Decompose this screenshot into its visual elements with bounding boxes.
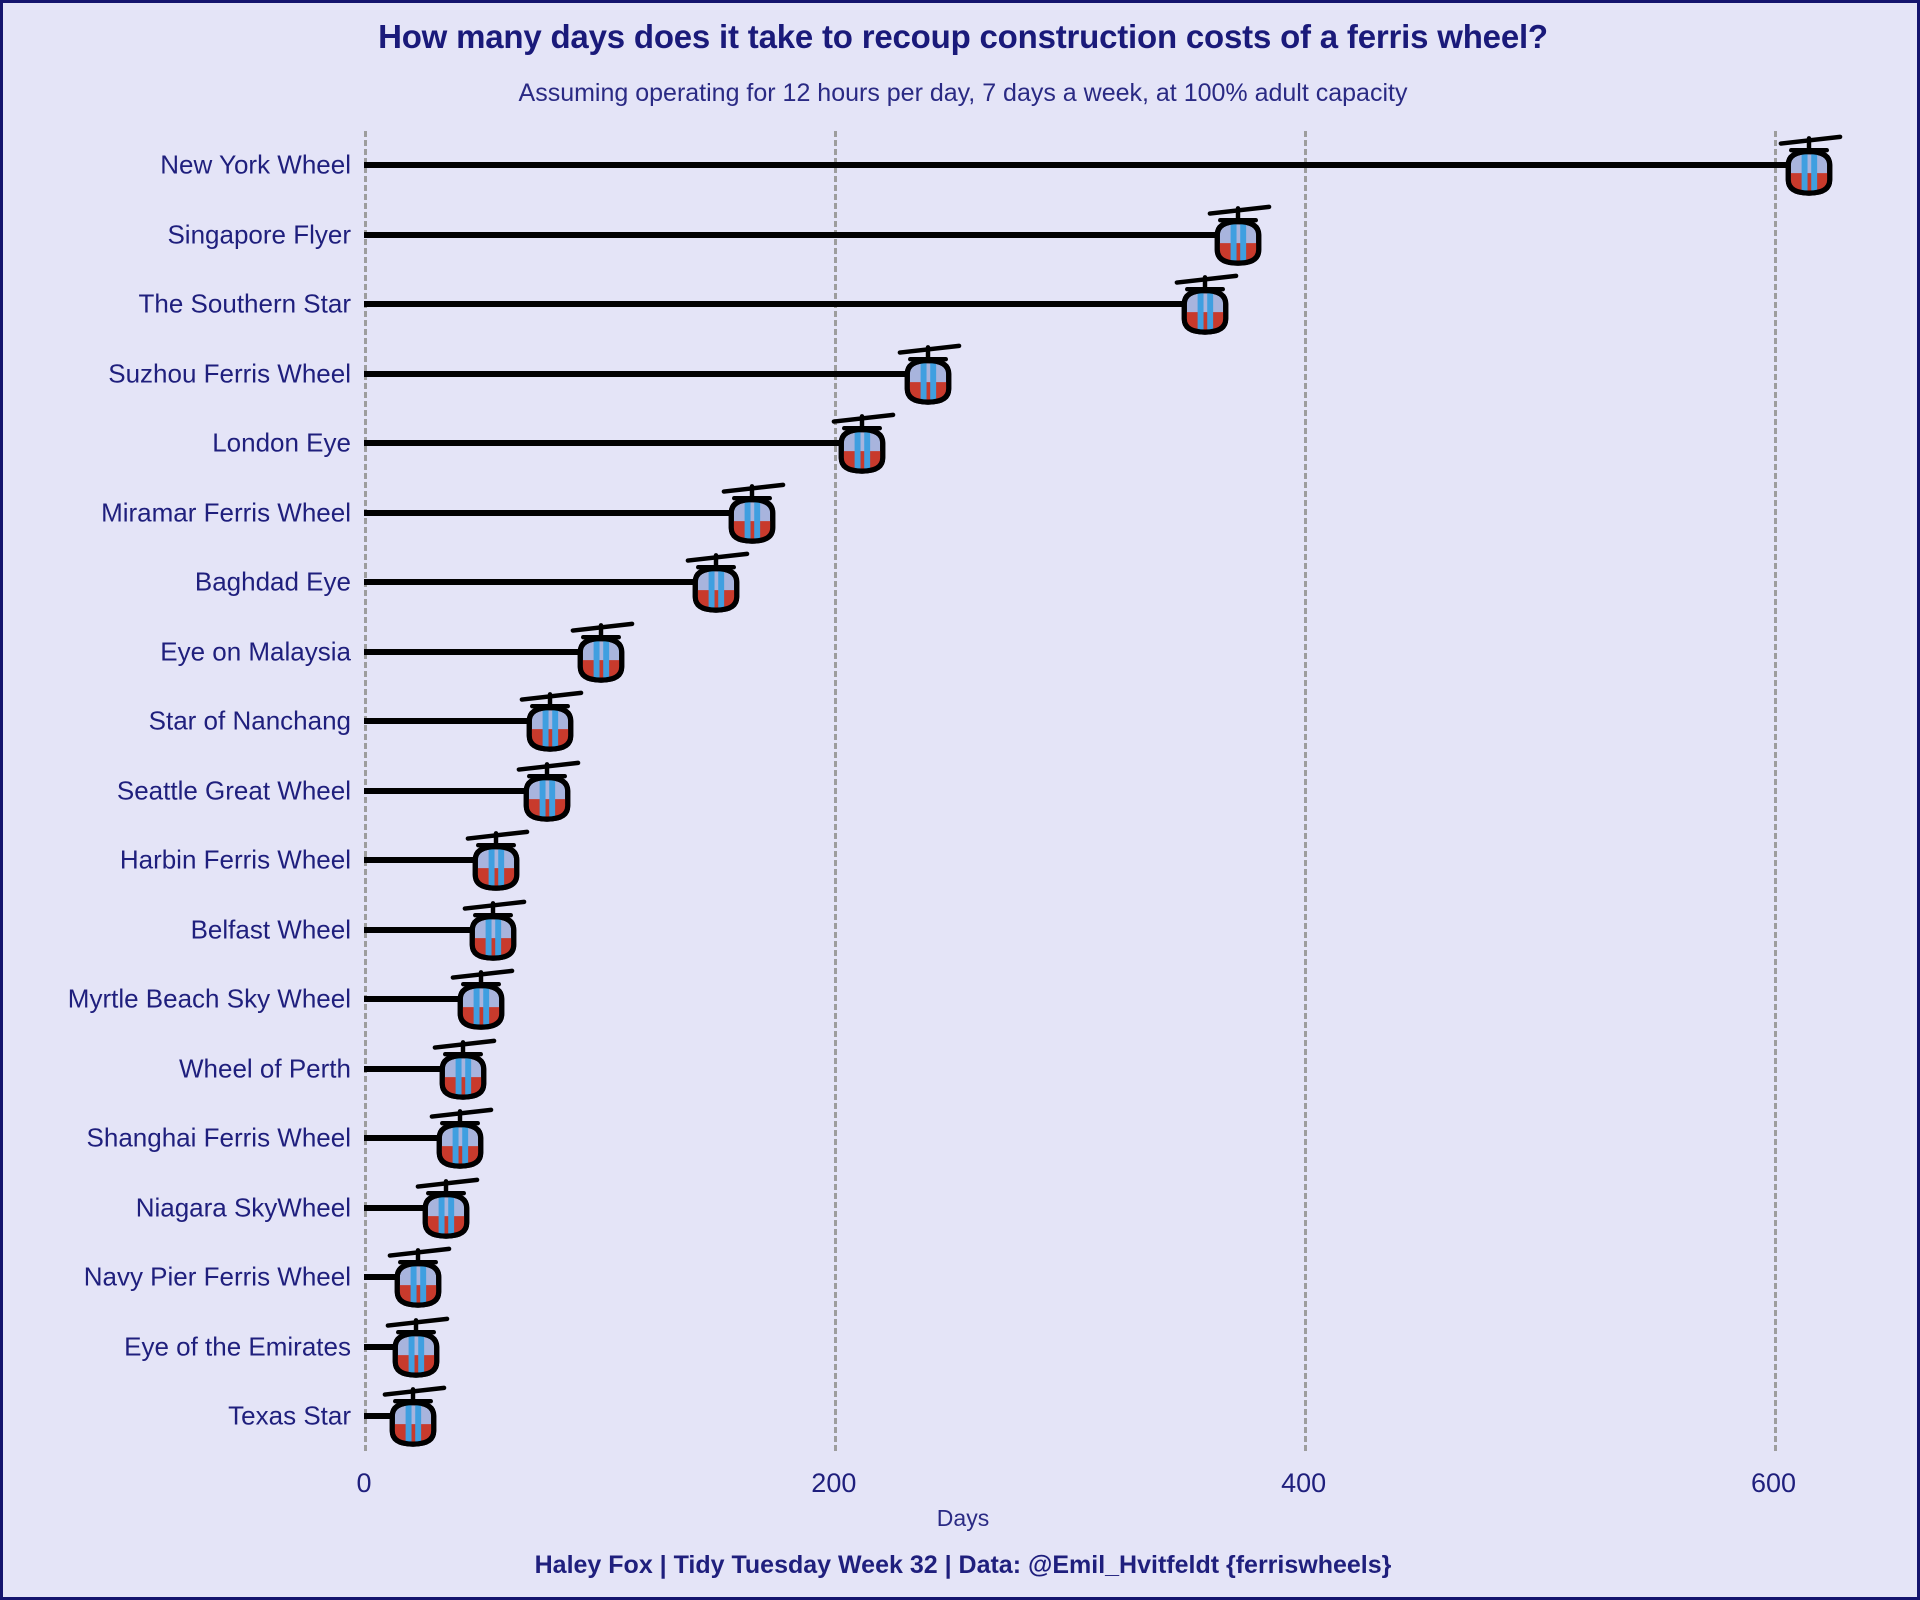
lollipop-stem bbox=[364, 1135, 455, 1141]
y-tick-label: Singapore Flyer bbox=[167, 219, 351, 249]
y-tick-label: London Eye bbox=[212, 427, 351, 458]
chart-row bbox=[364, 270, 1844, 338]
chart-row bbox=[364, 757, 1844, 825]
lollipop-stem bbox=[364, 1413, 408, 1419]
y-tick-label: Star of Nanchang bbox=[148, 705, 351, 736]
chart-canvas: How many days does it take to recoup con… bbox=[0, 0, 1920, 1600]
x-tick-label: 200 bbox=[811, 1468, 857, 1498]
lollipop-stem bbox=[364, 162, 1803, 168]
chart-subtitle: Assuming operating for 12 hours per day,… bbox=[518, 79, 1408, 107]
y-tick-label: Wheel of Perth bbox=[179, 1053, 351, 1083]
x-tick-label: 400 bbox=[1281, 1468, 1327, 1498]
y-tick-label: Navy Pier Ferris Wheel bbox=[83, 1261, 351, 1292]
y-tick-label: Niagara SkyWheel bbox=[135, 1192, 351, 1222]
y-tick-label: Eye on Malaysia bbox=[160, 636, 351, 666]
chart-row bbox=[364, 896, 1844, 964]
chart-row bbox=[364, 201, 1844, 269]
y-tick-label: Eye of the Emirates bbox=[124, 1331, 351, 1361]
chart-row bbox=[364, 826, 1844, 894]
chart-row bbox=[364, 1382, 1844, 1450]
lollipop-stem bbox=[364, 509, 746, 516]
y-tick-label: Myrtle Beach Sky Wheel bbox=[67, 983, 351, 1014]
chart-row bbox=[364, 1035, 1844, 1103]
lollipop-stem bbox=[364, 857, 490, 863]
lollipop-stem bbox=[364, 926, 488, 933]
chart-caption: Haley Fox | Tidy Tuesday Week 32 | Data:… bbox=[534, 1551, 1392, 1579]
x-tick-label: 0 bbox=[356, 1468, 372, 1498]
lollipop-stem bbox=[364, 440, 857, 446]
lollipop-stem bbox=[364, 1343, 410, 1350]
y-tick-label: Harbin Ferris Wheel bbox=[119, 844, 351, 875]
y-tick-label: Miramar Ferris Wheel bbox=[101, 497, 351, 527]
lollipop-stem bbox=[364, 648, 596, 655]
lollipop-stem bbox=[364, 1065, 457, 1072]
chart-row bbox=[364, 1313, 1844, 1381]
lollipop-stem bbox=[364, 718, 544, 724]
chart-row bbox=[364, 687, 1844, 755]
chart-row bbox=[364, 1104, 1844, 1172]
lollipop-stem bbox=[364, 301, 1200, 307]
chart-row bbox=[364, 618, 1844, 686]
chart-row bbox=[364, 340, 1844, 408]
lollipop-stem bbox=[364, 1274, 413, 1280]
chart-row bbox=[364, 548, 1844, 616]
chart-row bbox=[364, 1243, 1844, 1311]
lollipop-stem bbox=[364, 231, 1232, 238]
y-tick-label: The Southern Star bbox=[138, 288, 351, 319]
y-tick-label: Baghdad Eye bbox=[194, 566, 351, 597]
y-tick-label: Shanghai Ferris Wheel bbox=[86, 1122, 351, 1153]
y-tick-label: New York Wheel bbox=[160, 149, 351, 180]
lollipop-stem bbox=[364, 1204, 441, 1211]
lollipop-stem bbox=[364, 370, 922, 377]
x-axis-label: Days bbox=[936, 1505, 990, 1531]
chart-row bbox=[364, 131, 1844, 199]
chart-row bbox=[364, 409, 1844, 477]
y-tick-label: Seattle Great Wheel bbox=[116, 775, 351, 805]
chart-row bbox=[364, 965, 1844, 1033]
chart-row bbox=[364, 1174, 1844, 1242]
y-tick-label: Suzhou Ferris Wheel bbox=[108, 358, 351, 388]
x-tick-label: 600 bbox=[1750, 1468, 1797, 1498]
lollipop-stem bbox=[364, 579, 711, 585]
y-tick-label: Belfast Wheel bbox=[190, 914, 351, 944]
y-tick-label: Texas Star bbox=[228, 1400, 351, 1431]
lollipop-stem bbox=[364, 996, 476, 1002]
chart-row bbox=[364, 479, 1844, 547]
plot-area bbox=[364, 131, 1844, 1451]
lollipop-stem bbox=[364, 787, 542, 794]
page-title: How many days does it take to recoup con… bbox=[378, 18, 1548, 55]
